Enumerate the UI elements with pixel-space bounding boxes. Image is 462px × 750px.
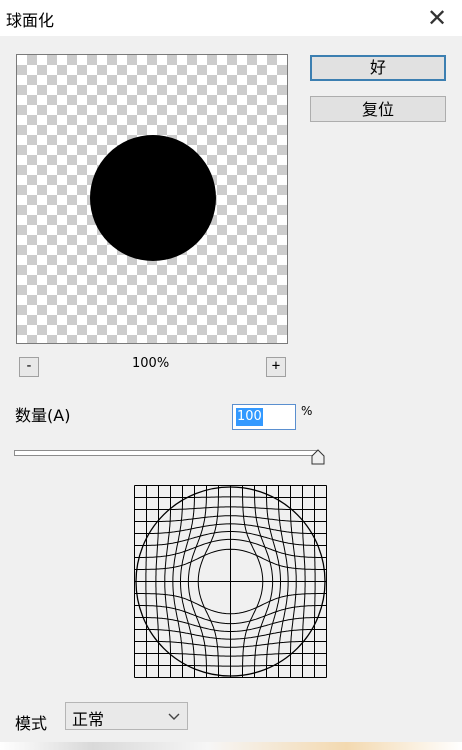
preview-canvas[interactable]	[16, 54, 288, 344]
amount-value: 100	[236, 408, 263, 426]
zoom-out-button[interactable]: -	[19, 357, 39, 377]
reset-button[interactable]: 复位	[310, 96, 446, 122]
mode-selected-value: 正常	[72, 710, 105, 729]
window-title: 球面化	[6, 11, 55, 30]
mode-label: 模式	[15, 714, 48, 733]
close-icon[interactable]: ✕	[424, 5, 450, 31]
percent-unit: %	[301, 404, 313, 418]
slider-thumb-icon[interactable]	[311, 449, 325, 465]
chevron-down-icon	[168, 713, 180, 720]
title-bar: 球面化 ✕	[0, 0, 462, 36]
amount-input[interactable]: 100	[232, 404, 296, 430]
ok-button[interactable]: 好	[310, 55, 446, 81]
distortion-grid-preview	[134, 485, 327, 678]
mode-select[interactable]: 正常	[65, 702, 188, 730]
amount-label: 数量(A)	[15, 406, 71, 425]
background-edge	[0, 742, 462, 750]
zoom-level-label: 100%	[132, 356, 170, 371]
sphere-preview-image	[90, 135, 216, 261]
zoom-in-button[interactable]: +	[266, 357, 286, 377]
amount-slider-track[interactable]	[14, 450, 318, 456]
